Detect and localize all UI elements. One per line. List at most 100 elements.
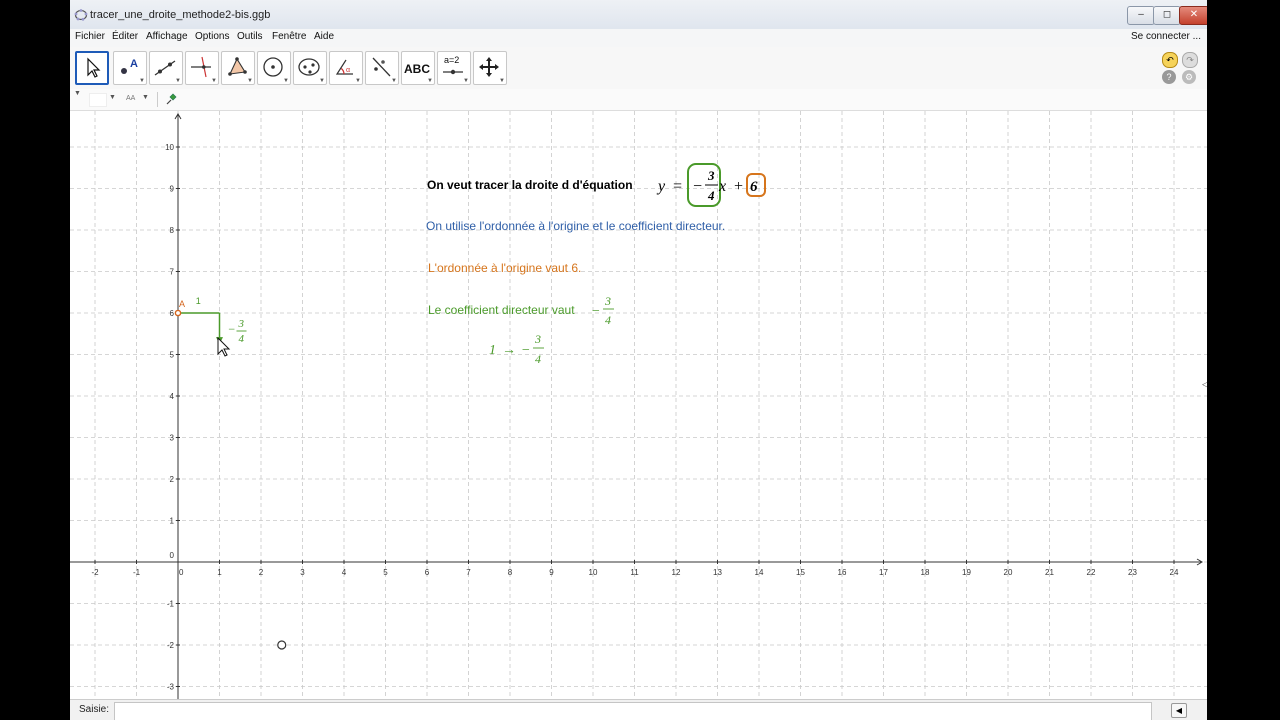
text-tool-button[interactable]: ABC ▼ bbox=[401, 51, 435, 85]
stylebar-divider bbox=[157, 92, 158, 107]
slope-sentence: Le coefficient directeur vaut bbox=[428, 303, 575, 317]
method-text[interactable]: On utilise l'ordonnée à l'origine et le … bbox=[426, 219, 725, 233]
rise-label: − 3 4 bbox=[228, 318, 247, 345]
menu-editer[interactable]: Éditer bbox=[112, 31, 138, 42]
angle-icon: α bbox=[335, 59, 353, 75]
move-view-tool-button[interactable]: ▼ bbox=[473, 51, 507, 85]
x-tick-label: 14 bbox=[755, 568, 764, 577]
eq-plus: + bbox=[733, 178, 744, 195]
map-minus: − bbox=[521, 343, 530, 358]
pin-icon[interactable] bbox=[164, 92, 178, 106]
point-a[interactable] bbox=[174, 309, 182, 317]
line-icon bbox=[154, 60, 176, 76]
intercept-text[interactable]: L'ordonnée à l'origine vaut 6. bbox=[428, 261, 581, 275]
circle-tool-button[interactable]: ▼ bbox=[257, 51, 291, 85]
x-tick-label: 21 bbox=[1045, 568, 1054, 577]
ellipse-tool-button[interactable]: ▼ bbox=[293, 51, 327, 85]
mouse-cursor-icon bbox=[217, 336, 231, 357]
slope-text[interactable]: Le coefficient directeur vaut − 3 4 bbox=[428, 294, 614, 327]
eq-denominator: 4 bbox=[707, 188, 715, 203]
x-tick-label: 20 bbox=[1004, 568, 1013, 577]
close-button[interactable]: ✕ bbox=[1179, 6, 1207, 25]
grid bbox=[70, 111, 1207, 699]
input-help-icon[interactable]: ◀ bbox=[1171, 703, 1187, 718]
collapse-triangle-icon[interactable]: ▼ bbox=[74, 90, 81, 97]
eq-numerator: 3 bbox=[707, 168, 715, 183]
y-tick-label: -3 bbox=[167, 683, 175, 692]
side-panel-toggle-icon[interactable]: ◁ bbox=[1202, 379, 1207, 389]
y-tick-label: 1 bbox=[170, 517, 175, 526]
y-tick-label: 6 bbox=[170, 309, 175, 318]
y-tick-labels: 109876543210-1-2-3 bbox=[165, 143, 174, 692]
menu-fenetre[interactable]: Fenêtre bbox=[272, 31, 306, 42]
y-tick-label: -1 bbox=[167, 600, 175, 609]
slope-numerator: 3 bbox=[604, 294, 611, 308]
x-tick-label: 22 bbox=[1087, 568, 1096, 577]
x-tick-label: 7 bbox=[466, 568, 471, 577]
polygon-tool-button[interactable]: ▼ bbox=[221, 51, 255, 85]
x-tick-label: 24 bbox=[1170, 568, 1179, 577]
x-tick-label: 17 bbox=[879, 568, 888, 577]
slider-tool-button[interactable]: a=2 ▼ bbox=[437, 51, 471, 85]
circle-icon bbox=[263, 57, 283, 77]
menu-fichier[interactable]: Fichier bbox=[75, 31, 105, 42]
help-icon[interactable]: ? bbox=[1162, 70, 1176, 84]
line-tool-button[interactable]: ▼ bbox=[149, 51, 183, 85]
perpendicular-tool-button[interactable]: ▼ bbox=[185, 51, 219, 85]
menu-affichage[interactable]: Affichage bbox=[146, 31, 188, 42]
x-tick-label: 13 bbox=[713, 568, 722, 577]
y-tick-label: 4 bbox=[170, 392, 175, 401]
maximize-button[interactable]: ◻ bbox=[1153, 6, 1181, 25]
y-tick-label: 2 bbox=[170, 475, 175, 484]
x-tick-label: -2 bbox=[91, 568, 99, 577]
point-a-label: A bbox=[179, 299, 185, 309]
slider-icon bbox=[443, 69, 463, 75]
angle-tool-button[interactable]: α ▼ bbox=[329, 51, 363, 85]
eq-equals: = bbox=[672, 178, 683, 195]
menu-outils[interactable]: Outils bbox=[237, 31, 263, 42]
perpendicular-icon bbox=[191, 56, 211, 78]
color-swatch[interactable] bbox=[89, 93, 107, 107]
point-tool-button[interactable]: A ▼ bbox=[113, 51, 147, 85]
mapping-text[interactable]: 1 → − 3 4 bbox=[489, 332, 544, 366]
slope-denominator: 4 bbox=[605, 313, 611, 327]
graphics-canvas[interactable]: -2 -1 0 1 2 3 4 5 6 7 8 9 10 11 12 13 14 15 16 17 18 19 20 21 22… bbox=[70, 111, 1207, 699]
eq-intercept: 6 bbox=[750, 179, 758, 195]
settings-gear-icon[interactable]: ⚙ bbox=[1182, 70, 1196, 84]
y-tick-label: -2 bbox=[167, 641, 175, 650]
x-tick-label: 8 bbox=[508, 568, 513, 577]
open-point[interactable] bbox=[277, 640, 287, 650]
swatch-dropdown-icon[interactable]: ▼ bbox=[109, 94, 116, 101]
geogebra-logo-icon bbox=[74, 9, 88, 21]
x-tick-label: 6 bbox=[425, 568, 430, 577]
font-size-button[interactable]: AA bbox=[126, 95, 135, 102]
x-tick-label: 11 bbox=[630, 568, 639, 577]
intro-text[interactable]: On veut tracer la droite d d'équation bbox=[427, 178, 633, 192]
reflect-tool-button[interactable]: ▼ bbox=[365, 51, 399, 85]
x-tick-labels: -2 -1 0 1 2 3 4 5 6 7 8 9 10 11 12 13 14 15 16 17 18 19 20 21 22… bbox=[91, 568, 1179, 577]
redo-icon[interactable]: ↷ bbox=[1182, 52, 1198, 68]
map-arrow: → bbox=[502, 343, 516, 358]
x-tick-label: -1 bbox=[133, 568, 141, 577]
minimize-button[interactable]: – bbox=[1127, 6, 1155, 25]
x-tick-label: 1 bbox=[217, 568, 222, 577]
toolbar: A ▼ ▼ ▼ ▼ ▼ ▼ α ▼ ▼ ABC ▼ a=2 ▼ ▼ ↶ ↷ ? … bbox=[70, 47, 1207, 90]
rise-label-numerator: 3 bbox=[238, 318, 245, 330]
sign-in-link[interactable]: Se connecter ... bbox=[1131, 31, 1201, 42]
menu-options[interactable]: Options bbox=[195, 31, 229, 42]
input-field[interactable] bbox=[114, 702, 1152, 720]
title-bar: tracer_une_droite_methode2-bis.ggb – ◻ ✕ bbox=[70, 0, 1207, 31]
equation[interactable]: y = − 3 4 x + 6 bbox=[656, 163, 766, 207]
x-tick-label: 4 bbox=[342, 568, 347, 577]
eq-minus: − bbox=[692, 178, 703, 195]
graphics-view[interactable]: -2 -1 0 1 2 3 4 5 6 7 8 9 10 11 12 13 14 15 16 17 18 19 20 21 22… bbox=[70, 111, 1207, 699]
x-tick-label: 10 bbox=[589, 568, 598, 577]
undo-icon[interactable]: ↶ bbox=[1162, 52, 1178, 68]
menu-aide[interactable]: Aide bbox=[314, 31, 334, 42]
font-size-dropdown-icon[interactable]: ▼ bbox=[142, 94, 149, 101]
y-tick-label: 9 bbox=[170, 185, 175, 194]
move-tool-button[interactable] bbox=[75, 51, 109, 85]
map-numerator: 3 bbox=[534, 332, 541, 346]
y-tick-label: 0 bbox=[170, 551, 175, 560]
x-tick-label: 9 bbox=[549, 568, 554, 577]
